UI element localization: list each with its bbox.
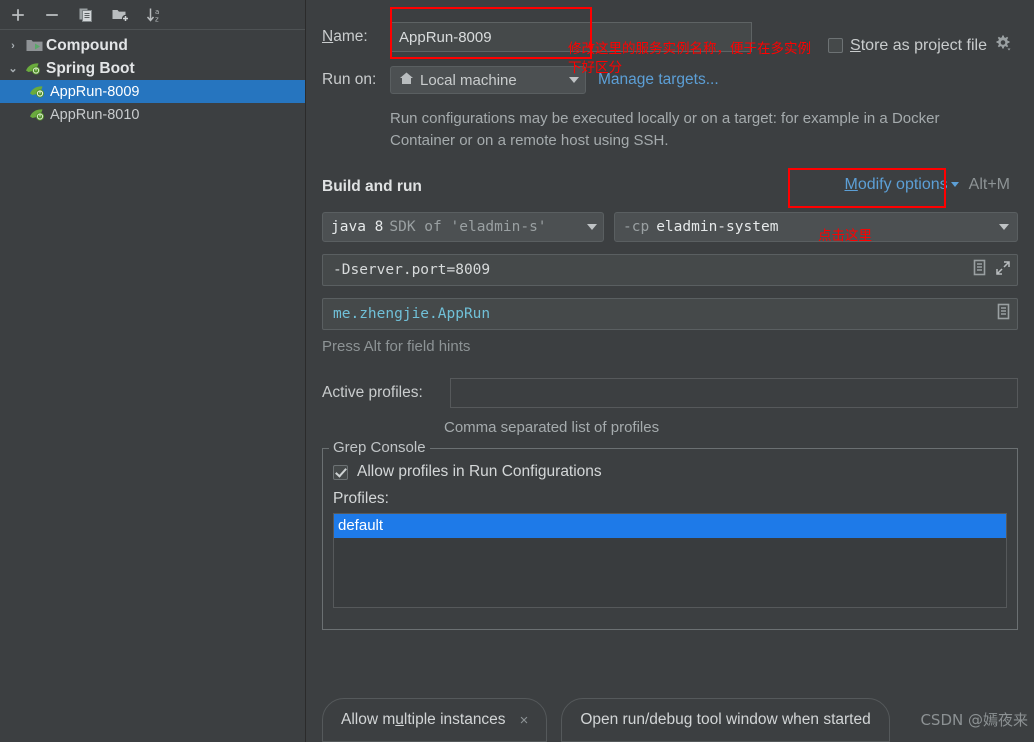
gear-icon[interactable] (994, 34, 1012, 57)
tree-item-label: AppRun-8010 (50, 106, 140, 123)
jre-sdk-combo[interactable]: java 8 SDK of 'eladmin-s' (322, 212, 604, 242)
modify-options-wrap: Modify options Alt+M (844, 176, 1010, 194)
store-as-project-file-checkbox[interactable] (828, 38, 844, 53)
annotation-modify-options: 点击这里 (818, 228, 872, 244)
chip-label: Allow multiple instances (341, 711, 506, 728)
allow-profiles-row: Allow profiles in Run Configurations (333, 463, 1007, 481)
chevron-right-icon[interactable]: › (2, 40, 24, 52)
tree-item-label: AppRun-8009 (50, 83, 140, 100)
tree-item-apprun-8010[interactable]: AppRun-8010 (0, 103, 305, 126)
tree-item-label: Compound (46, 36, 128, 54)
close-icon[interactable]: × (520, 712, 529, 729)
configuration-editor-panel: Name: Store as project file Run on: (306, 0, 1034, 742)
grep-console-title: Grep Console (329, 439, 430, 456)
chip-label: Open run/debug tool window when started (580, 711, 871, 728)
home-icon (399, 71, 414, 90)
active-profiles-input[interactable] (450, 378, 1018, 408)
chevron-down-icon[interactable] (999, 224, 1009, 230)
sidebar-toolbar: a z (0, 0, 305, 30)
configurations-sidebar: a z › Compound ⌄ Spring Boot AppRun-8009… (0, 0, 306, 742)
configurations-tree: › Compound ⌄ Spring Boot AppRun-8009 App… (0, 30, 305, 126)
main-class-value: me.zhengjie.AppRun (333, 306, 491, 322)
modify-options-link[interactable]: Modify options (844, 176, 959, 194)
optional-settings-chips: Allow multiple instances × Open run/debu… (322, 698, 890, 742)
chevron-down-icon (950, 182, 959, 188)
vm-options-value: -Dserver.port=8009 (333, 262, 491, 278)
run-on-label: Run on: (322, 71, 377, 88)
sdk-version-label: java 8 (331, 219, 384, 235)
run-configurations-dialog: a z › Compound ⌄ Spring Boot AppRun-8009… (0, 0, 1034, 742)
spring-leaf-icon (28, 107, 48, 122)
allow-multiple-instances-chip[interactable]: Allow multiple instances × (322, 698, 548, 742)
classpath-module-label: eladmin-system (656, 219, 779, 235)
add-configuration-button[interactable] (4, 2, 32, 28)
expand-diagonal-icon[interactable] (995, 260, 1011, 281)
sort-configurations-button[interactable]: a z (140, 2, 168, 28)
active-profiles-label: Active profiles: (322, 384, 423, 401)
modify-options-shortcut: Alt+M (968, 176, 1010, 193)
build-and-run-header: Build and run Modify options Alt+M (314, 168, 1018, 208)
new-folder-button[interactable] (106, 2, 134, 28)
chevron-down-icon[interactable] (587, 224, 597, 230)
classpath-flag-label: -cp (623, 219, 650, 235)
sdk-and-classpath-row: java 8 SDK of 'eladmin-s' -cp eladmin-sy… (322, 212, 1018, 242)
active-profiles-hint: Comma separated list of profiles (444, 419, 660, 436)
svg-text:z: z (155, 15, 159, 23)
allow-profiles-checkbox[interactable] (333, 464, 348, 480)
sdk-module-label: SDK of 'eladmin-s' (389, 219, 547, 235)
document-list-icon[interactable] (996, 303, 1011, 325)
profiles-label: Profiles: (333, 490, 389, 507)
chevron-down-icon[interactable]: ⌄ (2, 62, 24, 75)
tree-item-apprun-8009[interactable]: AppRun-8009 (0, 80, 305, 103)
annotation-name-field: 修改这里的服务实例名称，便于在多实例 下好区分 (568, 41, 811, 76)
document-list-icon[interactable] (972, 259, 987, 281)
allow-profiles-label: Allow profiles in Run Configurations (357, 463, 602, 480)
profiles-list[interactable]: default (333, 513, 1007, 608)
run-on-target-value: Local machine (420, 71, 517, 89)
tree-item-spring-boot[interactable]: ⌄ Spring Boot (0, 57, 305, 80)
grep-console-group: Grep Console Allow profiles in Run Confi… (322, 439, 1018, 630)
store-as-project-file-row: Store as project file (828, 34, 1012, 57)
copy-configuration-button[interactable] (72, 2, 100, 28)
run-on-description: Run configurations may be executed local… (390, 110, 940, 149)
open-run-debug-tool-window-chip[interactable]: Open run/debug tool window when started (561, 698, 890, 742)
store-as-project-file-label: Store as project file (850, 36, 987, 54)
classpath-module-combo[interactable]: -cp eladmin-system (614, 212, 1018, 242)
spring-leaf-icon (28, 84, 48, 99)
run-on-target-combo[interactable]: Local machine (390, 66, 586, 94)
field-hints-text: Press Alt for field hints (322, 338, 471, 355)
spring-leaf-icon (24, 61, 44, 76)
name-label: Name: (322, 28, 368, 45)
folder-run-icon (24, 38, 44, 53)
watermark: CSDN @嫣夜来 (920, 711, 1028, 729)
list-item[interactable]: default (334, 514, 1006, 538)
tree-item-compound[interactable]: › Compound (0, 34, 305, 57)
main-class-field[interactable]: me.zhengjie.AppRun (322, 298, 1018, 330)
tree-item-label: Spring Boot (46, 59, 135, 77)
remove-configuration-button[interactable] (38, 2, 66, 28)
active-profiles-row: Active profiles: (322, 377, 1018, 409)
vm-options-field[interactable]: -Dserver.port=8009 (322, 254, 1018, 286)
